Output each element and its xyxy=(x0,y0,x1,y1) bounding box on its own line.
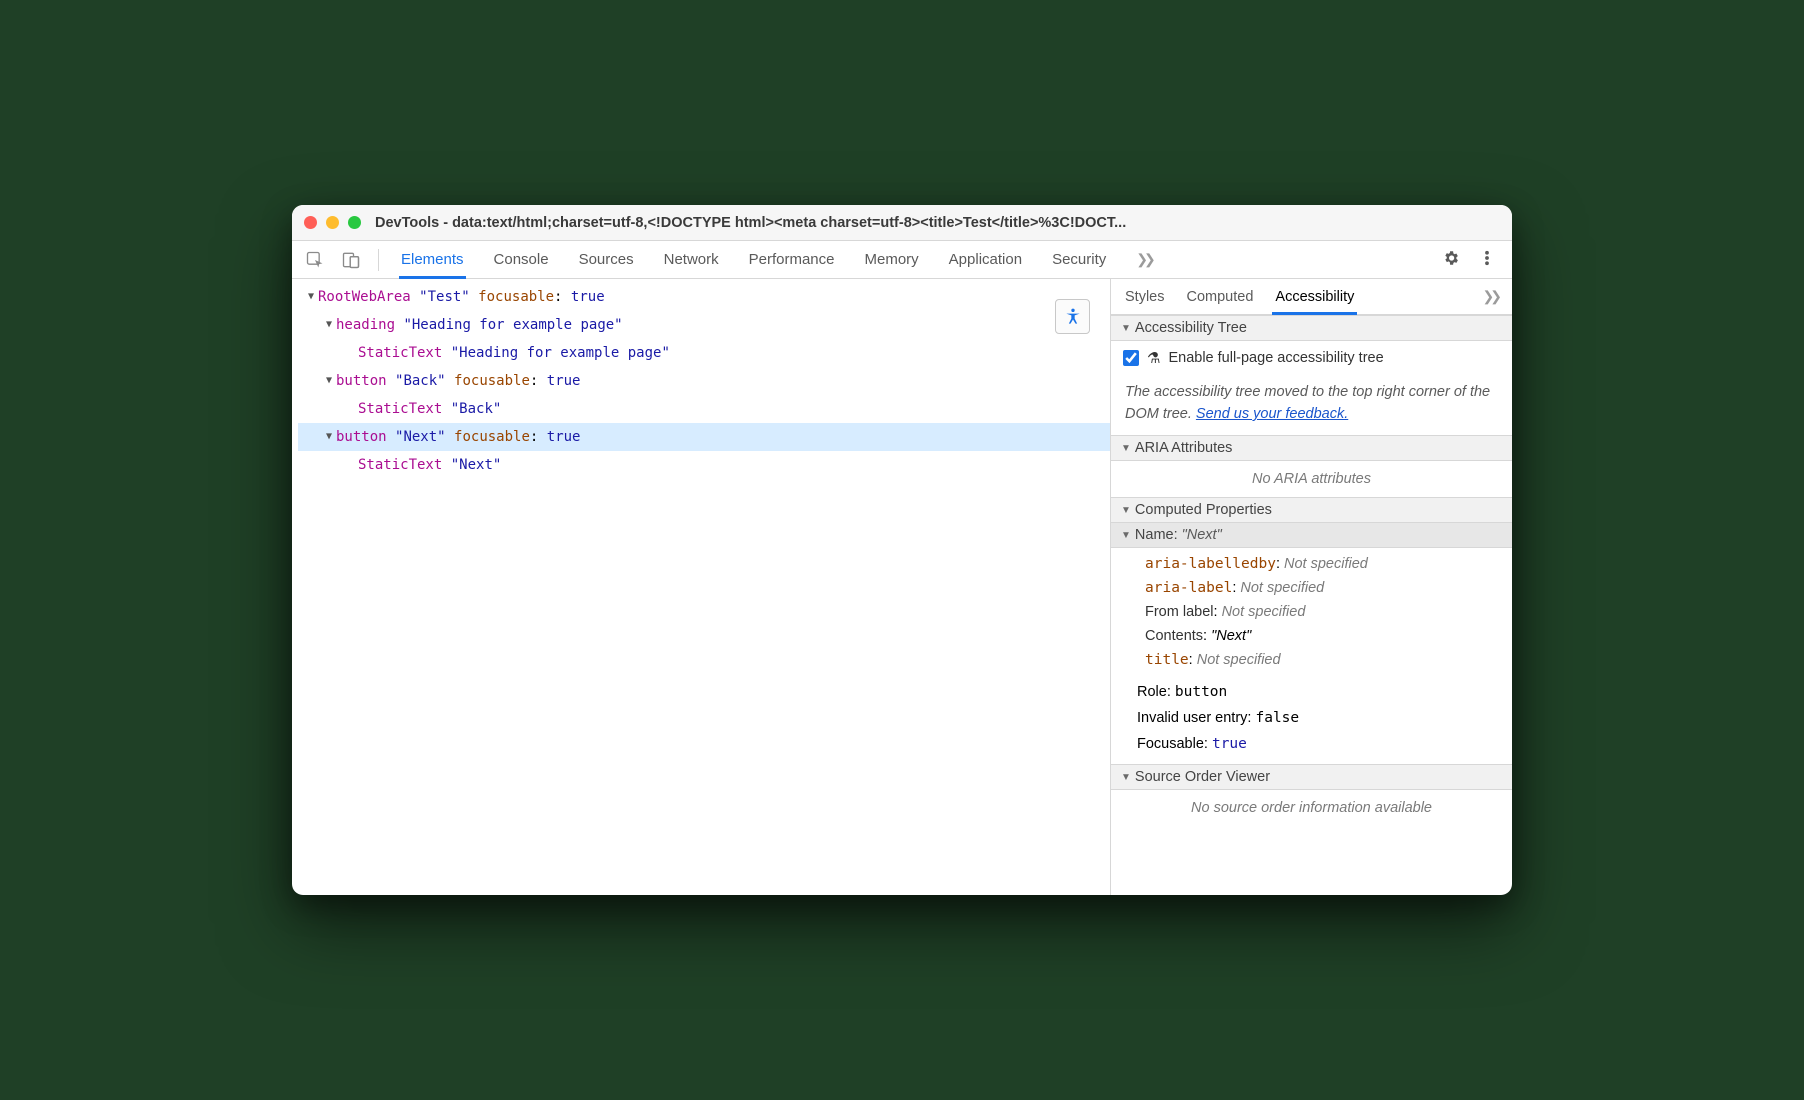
a11y-hint: The accessibility tree moved to the top … xyxy=(1111,375,1512,435)
section-computed-properties[interactable]: ▼ Computed Properties xyxy=(1111,497,1512,523)
tab-memory[interactable]: Memory xyxy=(865,241,919,278)
zoom-window-button[interactable] xyxy=(348,216,361,229)
section-accessibility-tree[interactable]: ▼ Accessibility Tree xyxy=(1111,315,1512,341)
traffic-lights xyxy=(304,216,361,229)
more-subtabs-icon[interactable]: ❯❯ xyxy=(1483,288,1498,305)
sidebar-subtabs: Styles Computed Accessibility ❯❯ xyxy=(1111,279,1512,315)
aria-empty-text: No ARIA attributes xyxy=(1111,461,1512,497)
minimize-window-button[interactable] xyxy=(326,216,339,229)
more-tabs-icon[interactable]: ❯❯ xyxy=(1136,251,1151,268)
tree-row-back-button[interactable]: ▼ button "Back" focusable: true xyxy=(298,367,1110,395)
tab-security[interactable]: Security xyxy=(1052,241,1106,278)
disclosure-triangle-icon: ▼ xyxy=(1121,772,1131,783)
disclosure-triangle-icon: ▼ xyxy=(1121,530,1131,541)
devtools-body: ▼ RootWebArea "Test" focusable: true ▼ h… xyxy=(292,279,1512,895)
subtab-accessibility[interactable]: Accessibility xyxy=(1275,279,1354,314)
device-toolbar-icon[interactable] xyxy=(340,249,362,271)
subtab-styles[interactable]: Styles xyxy=(1125,279,1165,314)
kebab-menu-icon[interactable] xyxy=(1478,249,1496,271)
role-row: Role: button xyxy=(1111,680,1512,706)
tree-row-next-button[interactable]: ▼ button "Next" focusable: true xyxy=(298,423,1110,451)
disclosure-triangle-icon: ▼ xyxy=(1121,505,1131,516)
tab-performance[interactable]: Performance xyxy=(749,241,835,278)
tab-elements[interactable]: Elements xyxy=(401,241,464,278)
section-aria-attributes[interactable]: ▼ ARIA Attributes xyxy=(1111,435,1512,461)
experiment-flask-icon: ⚗ xyxy=(1147,349,1160,367)
disclosure-triangle-icon[interactable]: ▼ xyxy=(322,423,336,451)
sov-empty-text: No source order information available xyxy=(1111,790,1512,820)
titlebar: DevTools - data:text/html;charset=utf-8,… xyxy=(292,205,1512,241)
close-window-button[interactable] xyxy=(304,216,317,229)
disclosure-triangle-icon: ▼ xyxy=(1121,443,1131,454)
tab-application[interactable]: Application xyxy=(949,241,1022,278)
subtab-computed[interactable]: Computed xyxy=(1187,279,1254,314)
disclosure-triangle-icon: ▼ xyxy=(1121,323,1131,334)
tree-row-next-text[interactable]: StaticText "Next" xyxy=(298,451,1110,479)
sidebar-pane: Styles Computed Accessibility ❯❯ ▼ Acces… xyxy=(1110,279,1512,895)
window-title: DevTools - data:text/html;charset=utf-8,… xyxy=(375,215,1500,231)
tab-sources[interactable]: Sources xyxy=(579,241,634,278)
checkbox-input[interactable] xyxy=(1123,350,1139,366)
settings-gear-icon[interactable] xyxy=(1442,249,1460,271)
feedback-link[interactable]: Send us your feedback. xyxy=(1196,406,1348,422)
disclosure-triangle-icon[interactable]: ▼ xyxy=(322,367,336,395)
disclosure-triangle-icon[interactable]: ▼ xyxy=(304,283,318,311)
inspect-element-icon[interactable] xyxy=(304,249,326,271)
enable-fullpage-a11y-checkbox[interactable]: ⚗ Enable full-page accessibility tree xyxy=(1123,349,1500,367)
tabbar-separator xyxy=(378,249,379,271)
tree-row-root[interactable]: ▼ RootWebArea "Test" focusable: true xyxy=(298,283,1110,311)
disclosure-triangle-icon[interactable]: ▼ xyxy=(322,311,336,339)
tab-console[interactable]: Console xyxy=(494,241,549,278)
tab-network[interactable]: Network xyxy=(664,241,719,278)
focusable-row: Focusable: true xyxy=(1111,732,1512,764)
name-prop-list: aria-labelledby: Not specified aria-labe… xyxy=(1111,548,1512,680)
main-tabbar: Elements Console Sources Network Perform… xyxy=(292,241,1512,279)
tree-row-heading[interactable]: ▼ heading "Heading for example page" xyxy=(298,311,1110,339)
invalid-row: Invalid user entry: false xyxy=(1111,706,1512,732)
tree-row-heading-text[interactable]: StaticText "Heading for example page" xyxy=(298,339,1110,367)
section-source-order-viewer[interactable]: ▼ Source Order Viewer xyxy=(1111,764,1512,790)
accessibility-tree-pane: ▼ RootWebArea "Test" focusable: true ▼ h… xyxy=(292,279,1110,895)
tree-row-back-text[interactable]: StaticText "Back" xyxy=(298,395,1110,423)
accessibility-toggle-button[interactable] xyxy=(1055,299,1090,334)
devtools-window: DevTools - data:text/html;charset=utf-8,… xyxy=(292,205,1512,895)
computed-name-row[interactable]: ▼ Name: "Next" xyxy=(1111,523,1512,548)
